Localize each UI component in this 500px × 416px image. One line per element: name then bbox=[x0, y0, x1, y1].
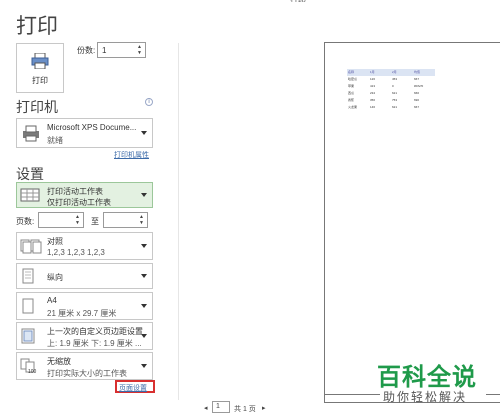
chevron-down-icon bbox=[141, 244, 147, 248]
table-cell: 753 bbox=[392, 98, 398, 102]
table-cell: 126 bbox=[370, 77, 376, 81]
table-header-cell: 1月 bbox=[369, 69, 391, 76]
page-title: 打印 bbox=[16, 15, 58, 38]
collate-line2: 1,2,3 1,2,3 1,2,3 bbox=[47, 248, 105, 257]
table-cell: 667 bbox=[414, 77, 420, 81]
prev-page-icon[interactable]: ◂ bbox=[204, 405, 208, 412]
total-pages: 共 1 页 bbox=[234, 406, 256, 413]
next-page-icon[interactable]: ▸ bbox=[262, 404, 266, 412]
copies-label: 份数: bbox=[77, 46, 96, 55]
scaling-icon: 100 bbox=[20, 358, 37, 374]
table-cell: 哈密瓜 bbox=[348, 77, 358, 81]
print-button[interactable]: 打印 bbox=[16, 43, 64, 93]
margins-dropdown[interactable]: 上一次的自定义页边距设置 上: 1.9 厘米 下: 1.9 厘米 ... bbox=[16, 322, 153, 350]
table-cell: 667 bbox=[414, 105, 420, 109]
paper-size-name: A4 bbox=[47, 296, 57, 305]
sheet-grid-icon bbox=[20, 188, 40, 202]
chevron-down-icon bbox=[141, 334, 147, 338]
printer-dropdown[interactable]: Microsoft XPS Docume... 就绪 bbox=[16, 118, 153, 148]
copies-input[interactable]: 1 ▲ ▼ bbox=[97, 42, 146, 58]
table-row: 火龙果 146 621 667 bbox=[347, 104, 435, 111]
print-preview-page: 名称 1月 2月 均值 哈密瓜 126 453 667 苹果 413 0 #DI… bbox=[324, 42, 500, 403]
watermark-subtitle: 助你轻松解决 bbox=[383, 390, 468, 404]
printer-heading: 打印机 bbox=[16, 99, 58, 115]
table-cell: 413 bbox=[370, 84, 376, 88]
pages-from-input[interactable]: ▲ ▼ bbox=[38, 212, 84, 228]
collate-line1: 对照 bbox=[47, 237, 63, 246]
scaling-dropdown[interactable]: 100 无缩放 打印实际大小的工作表 bbox=[16, 352, 153, 380]
printer-name: Microsoft XPS Docume... bbox=[47, 123, 137, 132]
table-header-cell: 名称 bbox=[347, 69, 369, 76]
pages-label: 页数: bbox=[16, 217, 35, 226]
table-cell: 香蕉 bbox=[348, 98, 355, 102]
table-cell: 356 bbox=[370, 98, 376, 102]
margins-icon bbox=[21, 328, 35, 344]
collate-dropdown[interactable]: 对照 1,2,3 1,2,3 1,2,3 bbox=[16, 232, 153, 260]
table-row: 西瓜 234 621 666 bbox=[347, 90, 435, 97]
table-cell: 690 bbox=[414, 98, 420, 102]
chevron-down-icon bbox=[141, 304, 147, 308]
scope-line1: 打印活动工作表 bbox=[47, 187, 103, 196]
table-cell: 火龙果 bbox=[348, 105, 358, 109]
table-header-cell: 均值 bbox=[413, 69, 435, 76]
scaling-line1: 无缩放 bbox=[47, 357, 71, 366]
table-header-cell: 2月 bbox=[391, 69, 413, 76]
scope-line2: 仅打印活动工作表 bbox=[47, 198, 111, 207]
paper-size-dims: 21 厘米 x 29.7 厘米 bbox=[47, 309, 117, 318]
printer-status: 就绪 bbox=[47, 136, 63, 145]
table-cell: 0 bbox=[392, 84, 394, 88]
info-icon[interactable]: i bbox=[145, 98, 153, 106]
watermark-line-left bbox=[324, 394, 380, 395]
chevron-down-icon bbox=[141, 364, 147, 368]
pages-to-label: 至 bbox=[91, 217, 99, 226]
preview-table: 名称 1月 2月 均值 哈密瓜 126 453 667 苹果 413 0 #DI… bbox=[347, 69, 435, 111]
settings-heading: 设置 bbox=[16, 166, 44, 182]
orientation-label: 纵向 bbox=[47, 273, 63, 282]
paper-size-dropdown[interactable]: A4 21 厘米 x 29.7 厘米 bbox=[16, 292, 153, 320]
scaling-line2: 打印实际大小的工作表 bbox=[47, 369, 127, 378]
copies-spinner[interactable]: ▲ ▼ bbox=[136, 44, 143, 56]
table-row: 哈密瓜 126 453 667 bbox=[347, 76, 435, 83]
copies-value: 1 bbox=[102, 46, 107, 55]
margins-line1: 上一次的自定义页边距设置 bbox=[47, 327, 143, 336]
pages-to-input[interactable]: ▲ ▼ bbox=[103, 212, 148, 228]
watermark-line-right bbox=[486, 394, 500, 395]
table-header-row: 名称 1月 2月 均值 bbox=[347, 69, 435, 76]
orientation-dropdown[interactable]: 纵向 bbox=[16, 263, 153, 289]
table-cell: 621 bbox=[392, 105, 398, 109]
current-page-input[interactable]: 1 bbox=[212, 401, 230, 413]
printer-properties-link[interactable]: 打印机属性 bbox=[114, 150, 149, 160]
pages-to-spinner[interactable]: ▲ ▼ bbox=[138, 214, 145, 226]
portrait-page-icon bbox=[22, 268, 34, 284]
printer-device-icon bbox=[23, 125, 39, 142]
page-navigator: ◂ 1 共 1 页 ▸ bbox=[204, 401, 266, 413]
chevron-down-icon bbox=[141, 131, 147, 135]
print-scope-dropdown[interactable]: 打印活动工作表 仅打印活动工作表 bbox=[16, 182, 153, 208]
table-cell: 453 bbox=[392, 77, 398, 81]
table-cell: 苹果 bbox=[348, 84, 355, 88]
chevron-down-icon bbox=[141, 274, 147, 278]
table-cell: 146 bbox=[370, 105, 376, 109]
chevron-down-icon bbox=[141, 193, 147, 197]
pages-from-spinner[interactable]: ▲ ▼ bbox=[74, 214, 81, 226]
margins-line2: 上: 1.9 厘米 下: 1.9 厘米 ... bbox=[47, 339, 142, 348]
table-cell: #DIV/0 bbox=[414, 84, 424, 88]
panel-divider bbox=[178, 43, 179, 400]
table-cell: 621 bbox=[392, 91, 398, 95]
window-title: 打印 bbox=[268, 0, 328, 2]
table-cell: 西瓜 bbox=[348, 91, 355, 95]
paper-icon bbox=[22, 298, 34, 314]
watermark-logo: 百科全说 bbox=[377, 363, 477, 391]
table-cell: 666 bbox=[414, 91, 420, 95]
page-setup-link[interactable]: 页面设置 bbox=[115, 380, 155, 393]
collate-icon bbox=[20, 239, 42, 254]
table-cell: 234 bbox=[370, 91, 376, 95]
print-button-label: 打印 bbox=[32, 76, 48, 85]
table-row: 苹果 413 0 #DIV/0 bbox=[347, 83, 435, 90]
table-row: 香蕉 356 753 690 bbox=[347, 97, 435, 104]
svg-text:100: 100 bbox=[28, 369, 37, 374]
printer-icon bbox=[31, 52, 49, 70]
